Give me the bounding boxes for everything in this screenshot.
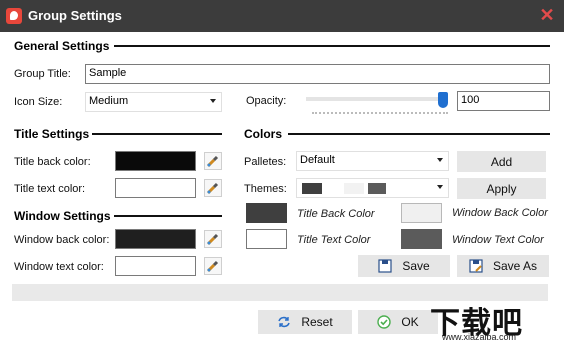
save-as-button-label: Save As — [492, 259, 538, 273]
save-button[interactable]: Save — [358, 255, 450, 277]
eyedropper-icon[interactable] — [204, 179, 222, 197]
check-circle-icon — [377, 315, 392, 329]
sample-title-back-swatch — [246, 203, 287, 223]
title-back-color-swatch[interactable] — [115, 151, 196, 171]
refresh-icon — [278, 316, 291, 328]
chevron-down-icon — [210, 99, 216, 103]
title-back-color-label: Title back color: — [14, 156, 91, 168]
eyedropper-icon[interactable] — [204, 257, 222, 275]
icon-size-value: Medium — [89, 95, 129, 107]
icon-size-label: Icon Size: — [14, 96, 63, 108]
title-text-color-label: Title text color: — [14, 183, 86, 195]
window-back-color-label: Window back color: — [14, 234, 110, 246]
themes-label: Themes: — [244, 183, 287, 195]
eyedropper-icon[interactable] — [204, 230, 222, 248]
title-settings-heading: Title Settings — [14, 127, 90, 141]
themes-select[interactable] — [296, 178, 449, 198]
title-settings-rule — [92, 133, 222, 135]
colors-heading: Colors — [244, 127, 283, 141]
group-title-input[interactable]: Sample — [85, 64, 550, 84]
watermark-url: www.xiazaiba.com — [442, 332, 517, 342]
window-back-color-swatch[interactable] — [115, 229, 196, 249]
floppy-disk-edit-icon — [469, 259, 483, 273]
theme-swatch-gray — [368, 183, 386, 194]
ok-button[interactable]: OK — [358, 310, 438, 334]
general-settings-heading: General Settings — [14, 39, 110, 53]
window-text-color-swatch[interactable] — [115, 256, 196, 276]
sample-window-text-label: Window Text Color — [452, 234, 544, 246]
colors-rule — [288, 133, 550, 135]
add-button[interactable]: Add — [457, 151, 546, 172]
save-button-label: Save — [402, 259, 430, 273]
sample-window-text-swatch — [401, 229, 442, 249]
palletes-value: Default — [300, 154, 335, 166]
window-text-color-label: Window text color: — [14, 261, 104, 273]
eyedropper-icon[interactable] — [204, 152, 222, 170]
icon-size-select[interactable]: Medium — [85, 92, 222, 112]
sample-title-back-label: Title Back Color — [297, 208, 375, 220]
group-title-label: Group Title: — [14, 68, 71, 80]
close-icon[interactable]: ✕ — [538, 6, 556, 24]
title-text-color-swatch[interactable] — [115, 178, 196, 198]
opacity-label: Opacity: — [246, 95, 287, 107]
palletes-label: Palletes: — [244, 156, 287, 168]
window-settings-rule — [114, 215, 222, 217]
chevron-down-icon — [437, 185, 443, 189]
sample-title-text-label: Title Text Color — [297, 234, 371, 246]
sample-window-back-label: Window Back Color — [452, 207, 548, 219]
opacity-slider-track[interactable] — [306, 97, 448, 101]
app-icon — [6, 8, 22, 24]
apply-button[interactable]: Apply — [457, 178, 546, 199]
ok-button-label: OK — [401, 315, 419, 329]
general-settings-rule — [114, 45, 550, 47]
theme-swatch-light — [344, 183, 364, 194]
reset-button[interactable]: Reset — [258, 310, 352, 334]
theme-swatch-dark — [302, 183, 322, 194]
opacity-slider-ticks — [312, 112, 448, 116]
opacity-slider-thumb[interactable] — [438, 92, 448, 108]
reset-button-label: Reset — [301, 315, 333, 329]
save-as-button[interactable]: Save As — [457, 255, 549, 277]
window-title: Group Settings — [28, 8, 122, 23]
floppy-disk-icon — [378, 259, 392, 273]
opacity-input[interactable]: 100 — [457, 91, 550, 111]
sample-title-text-swatch — [246, 229, 287, 249]
sample-window-back-swatch — [401, 203, 442, 223]
watermark-logo: 下载吧 www.xiazaiba.com — [430, 298, 558, 342]
palletes-select[interactable]: Default — [296, 151, 449, 171]
chevron-down-icon — [437, 158, 443, 162]
window-settings-heading: Window Settings — [14, 209, 111, 223]
